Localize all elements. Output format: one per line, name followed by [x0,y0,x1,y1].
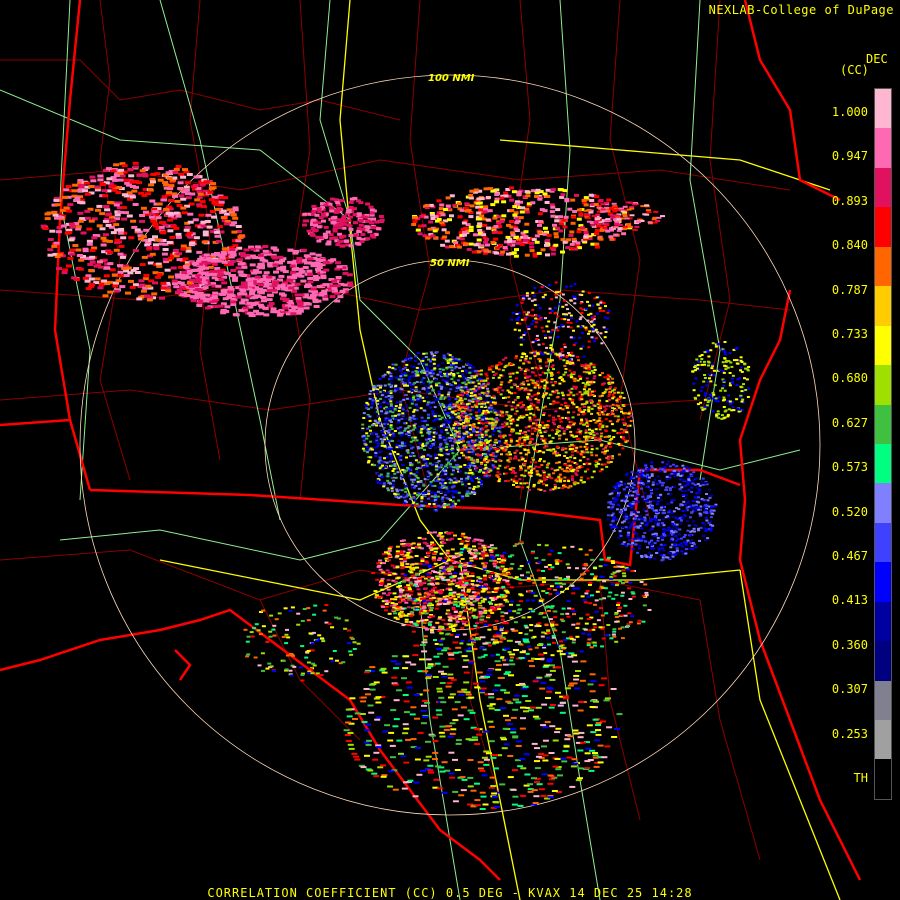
ring-label-100: 100 NMI [428,73,475,84]
legend-swatch [875,325,891,366]
legend-swatch [875,404,891,444]
legend-swatch [875,167,891,208]
legend-label: 0.253 [831,726,868,741]
legend-swatch [875,483,891,523]
credit-text: NEXLAB-College of DuPage [708,3,894,17]
legend-swatch [875,443,891,484]
legend-swatch [875,680,891,720]
legend-label: TH [853,771,868,785]
legend-label: 0.947 [831,149,868,164]
legend-label: 0.627 [831,415,868,430]
legend-label: 0.787 [831,282,868,297]
legend-label: 0.733 [831,327,868,341]
legend-label: 0.680 [831,371,868,386]
legend-swatch [875,207,891,247]
legend-swatch [875,365,891,405]
legend-swatch [875,522,891,563]
legend-swatch [875,720,891,760]
legend-swatch [875,89,891,129]
legend-label: 0.840 [831,238,868,253]
legend-title-unit: (CC) [840,63,869,77]
legend-swatch [875,601,891,642]
legend-label: 0.307 [831,682,868,697]
legend-label: 0.413 [831,593,868,608]
legend-swatch [875,759,891,799]
legend-label: 0.573 [831,460,868,475]
legend-swatch [875,246,891,287]
legend-swatch [875,128,891,168]
legend-title-dec: DEC [866,52,888,66]
legend-label: 0.893 [831,193,868,208]
legend-label: 0.520 [831,504,868,519]
radar-map [0,0,900,900]
legend-label: 0.467 [831,549,868,563]
legend-swatch [875,286,891,326]
legend-label: 0.360 [831,637,868,652]
legend-label: 1.000 [831,105,868,119]
ring-label-50: 50 NMI [430,258,470,269]
footer-caption: CORRELATION COEFFICIENT (CC) 0.5 DEG - K… [207,886,693,900]
legend-swatch [875,562,891,602]
legend-swatch [875,641,891,681]
legend-color-bar [874,88,892,800]
